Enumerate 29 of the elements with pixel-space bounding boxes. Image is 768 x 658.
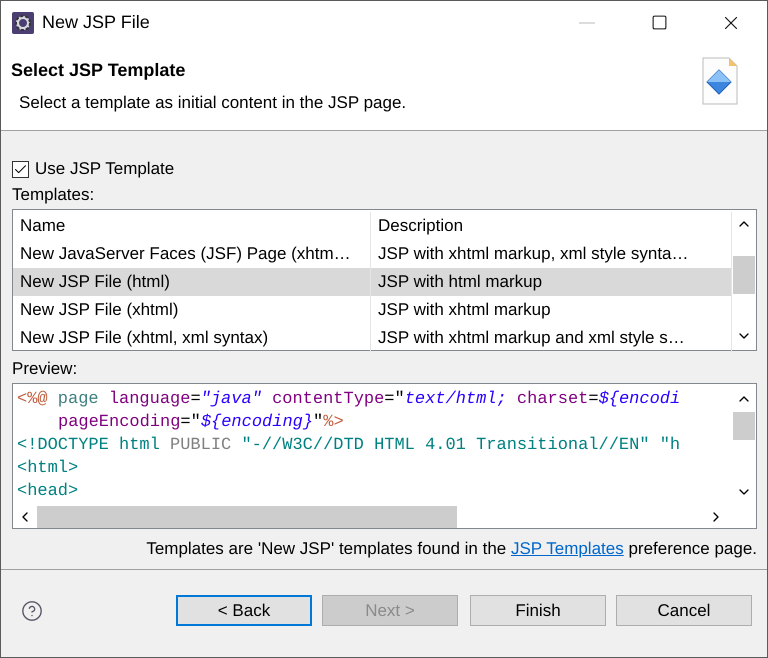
scrollbar-thumb[interactable] xyxy=(733,412,755,440)
scrollbar-thumb[interactable] xyxy=(37,506,457,528)
preview-label: Preview: xyxy=(12,359,78,379)
app-gear-icon xyxy=(12,12,34,34)
table-cell: New JSP File (xhtml) xyxy=(13,296,371,324)
template-row[interactable]: New JSP File (html) JSP with html markup xyxy=(13,268,732,296)
footnote-text: Templates are 'New JSP' templates found in the JSP Templates preference page. xyxy=(145,539,757,559)
dialog-button[interactable]: Finish xyxy=(470,595,606,626)
page-title: Select JSP Template xyxy=(11,60,186,81)
column-header[interactable]: Name xyxy=(13,212,371,240)
minimize-icon xyxy=(579,22,595,24)
code-line: pageEncoding="${encoding}"%> xyxy=(57,412,344,434)
checkbox-label: Use JSP Template xyxy=(35,159,174,179)
code-line: <%@ page language="java" contentType="text/html; charset=${encodi xyxy=(17,389,680,411)
dialog-button[interactable]: Cancel xyxy=(616,595,752,626)
window-title: New JSP File xyxy=(42,12,151,33)
dialog-button[interactable]: < Back xyxy=(176,595,312,626)
preferences-link[interactable]: JSP Templates xyxy=(510,539,624,558)
checkbox[interactable] xyxy=(12,160,29,178)
table-cell: New JSP File (xhtml, xml syntax) xyxy=(13,324,371,352)
scrollbar-thumb[interactable] xyxy=(733,256,755,294)
page-description: Select a template as initial content in the JSP page. xyxy=(18,93,408,113)
table-cell: New JSP File (html) xyxy=(13,268,371,296)
help-icon[interactable] xyxy=(21,600,43,622)
code-line: <head> xyxy=(17,481,78,503)
code-line: <html> xyxy=(17,458,78,480)
code-line: <!DOCTYPE html PUBLIC "-//W3C//DTD HTML 4.01 Transitional//EN" "h xyxy=(17,435,680,457)
templates-label: Templates: xyxy=(12,185,96,205)
maximize-icon xyxy=(650,14,668,31)
